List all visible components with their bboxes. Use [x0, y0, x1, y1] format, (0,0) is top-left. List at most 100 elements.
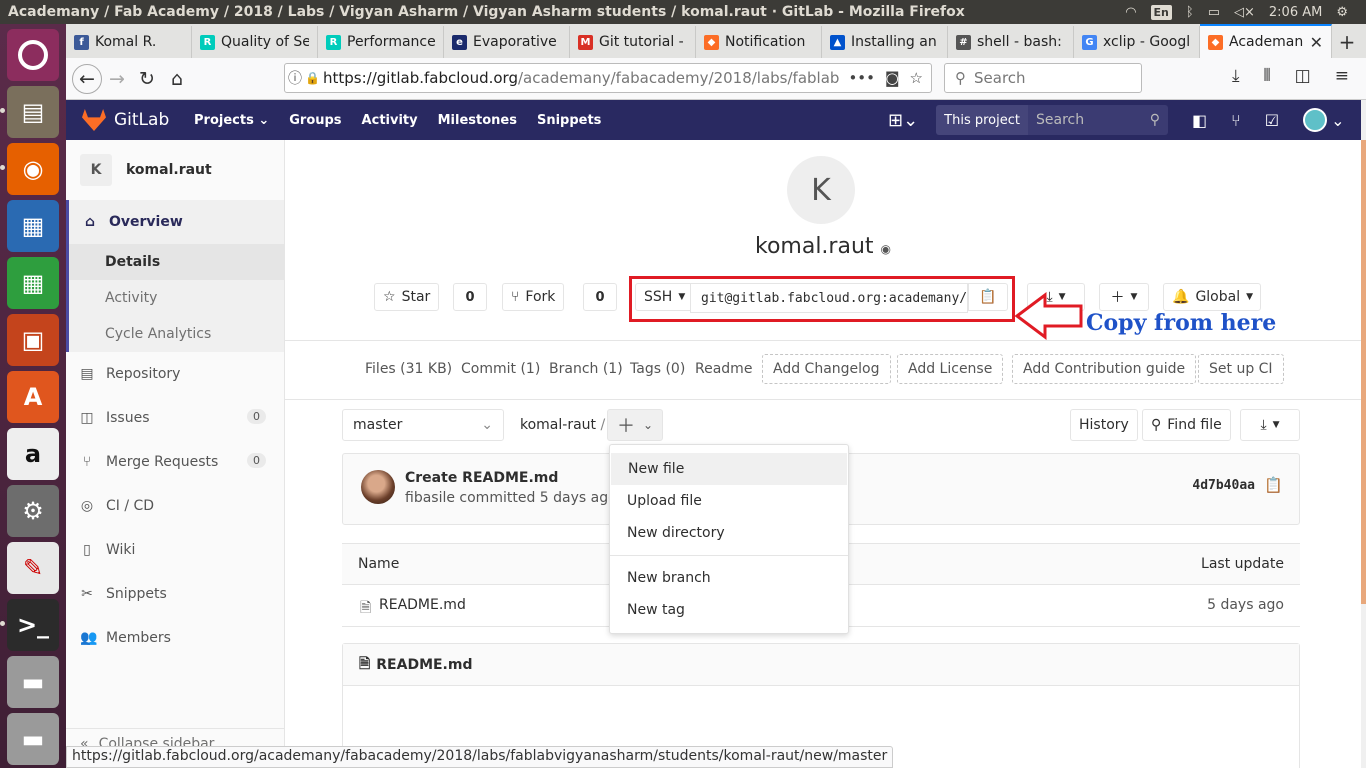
- tab-2[interactable]: R Quality of Se: [192, 26, 318, 58]
- stat-1[interactable]: Files (31 KB): [365, 361, 452, 377]
- drive-icon[interactable]: ▬: [7, 656, 59, 708]
- fork-button[interactable]: ⑂ Fork: [502, 283, 565, 311]
- tab-7[interactable]: ▲ Installing an: [822, 26, 948, 58]
- gitlab-nav-5[interactable]: Snippets: [537, 113, 601, 128]
- tab-4[interactable]: e Evaporative: [444, 26, 570, 58]
- software-center-icon[interactable]: A: [7, 371, 59, 423]
- url-bar[interactable]: ⓘ 🔒 https://gitlab.fabcloud.org/academan…: [284, 63, 932, 93]
- download-archive-button[interactable]: ⤓ ▼: [1240, 409, 1300, 441]
- tab-3[interactable]: R Performance: [318, 26, 444, 58]
- notification-dropdown[interactable]: 🔔 Global ▼: [1163, 283, 1261, 311]
- menu-icon[interactable]: ≡: [1335, 66, 1349, 86]
- wifi-icon[interactable]: ◠: [1125, 5, 1136, 20]
- tab-10[interactable]: ◆ Academan ✕: [1200, 24, 1332, 58]
- volume-icon[interactable]: ◁×: [1234, 5, 1255, 20]
- commit-title[interactable]: Create README.md: [405, 470, 558, 486]
- page-actions-icon[interactable]: •••: [848, 69, 875, 87]
- gitlab-nav-2[interactable]: Groups: [289, 113, 341, 128]
- tab-1[interactable]: f Komal R.: [66, 26, 192, 58]
- add-button-3[interactable]: Add Contribution guide: [1012, 354, 1197, 384]
- dropdown-item-upload-file[interactable]: Upload file: [610, 485, 848, 517]
- tab-6[interactable]: ◆ Notification: [696, 26, 822, 58]
- branch-select[interactable]: master ⌄: [342, 409, 504, 441]
- ubuntu-dash-icon[interactable]: [7, 29, 59, 81]
- sidebar-item-snippets[interactable]: ✂ Snippets: [66, 572, 284, 616]
- sidebar-item-members[interactable]: 👥 Members: [66, 616, 284, 660]
- todo-check-icon[interactable]: ☑: [1265, 111, 1279, 130]
- browser-search-box[interactable]: ⚲ Search: [944, 63, 1142, 93]
- page-scrollbar-thumb[interactable]: [1361, 140, 1366, 604]
- gitlab-nav-1[interactable]: Projects ⌄: [194, 113, 269, 128]
- bookmark-star-icon[interactable]: ☆: [910, 69, 923, 87]
- dropdown-item-new-directory[interactable]: New directory: [610, 517, 848, 549]
- add-button-2[interactable]: Add License: [897, 354, 1004, 384]
- terminal-icon[interactable]: >_: [0, 599, 59, 651]
- tab-9[interactable]: Gxclip - Googl: [1074, 26, 1200, 58]
- sidebar-item-ci-cd[interactable]: ◎ CI / CD: [66, 484, 284, 528]
- file-name[interactable]: README.md: [379, 597, 466, 613]
- tab-8[interactable]: # shell - bash:: [948, 26, 1074, 58]
- sidebar-item-wiki[interactable]: ▯ Wiki: [66, 528, 284, 572]
- library-icon[interactable]: ⫴: [1264, 66, 1271, 86]
- gitlab-nav-3[interactable]: Activity: [362, 113, 418, 128]
- files-icon[interactable]: ▤: [0, 86, 59, 138]
- firefox-icon[interactable]: ◉: [0, 143, 59, 195]
- sidebar-subitem-activity[interactable]: Activity: [69, 280, 284, 316]
- new-dropdown-button[interactable]: ＋ ▼: [1099, 283, 1149, 311]
- writer-icon[interactable]: ▦: [7, 200, 59, 252]
- sidebar-item-repository[interactable]: ▤ Repository: [66, 352, 284, 396]
- commit-sha[interactable]: 4d7b40aa: [1192, 478, 1255, 493]
- stat-2[interactable]: Commit (1): [461, 361, 540, 377]
- pocket-icon[interactable]: ◙: [885, 69, 900, 87]
- settings-icon[interactable]: ⚙: [7, 485, 59, 537]
- new-tab-icon[interactable]: +: [1332, 26, 1362, 58]
- sidebar-subitem-cycle-analytics[interactable]: Cycle Analytics: [69, 316, 284, 352]
- star-count[interactable]: 0: [453, 283, 487, 311]
- pdf-reader-icon[interactable]: ✎: [7, 542, 59, 594]
- new-plus-icon[interactable]: ⊞⌄: [888, 110, 918, 131]
- gitlab-search-input[interactable]: Search ⚲: [1028, 105, 1168, 135]
- drive-icon-2[interactable]: ▬: [7, 713, 59, 765]
- add-to-tree-button[interactable]: ＋ ⌄: [607, 409, 663, 441]
- amazon-icon[interactable]: a: [7, 428, 59, 480]
- merge-request-icon[interactable]: ⑂: [1231, 111, 1241, 130]
- bluetooth-icon[interactable]: ᛒ: [1186, 5, 1194, 20]
- downloads-icon[interactable]: ⤓: [1232, 66, 1240, 86]
- search-scope[interactable]: This project: [936, 105, 1028, 135]
- add-button-1[interactable]: Add Changelog: [762, 354, 891, 384]
- dropdown-item-new-branch[interactable]: New branch: [610, 562, 848, 594]
- find-file-button[interactable]: ⚲ Find file: [1142, 409, 1231, 441]
- sidebar-item-issues[interactable]: ◫ Issues 0: [66, 396, 284, 440]
- dropdown-item-new-file[interactable]: New file: [611, 453, 847, 485]
- tab-5[interactable]: M Git tutorial -: [570, 26, 696, 58]
- battery-icon[interactable]: ▭: [1208, 5, 1220, 20]
- info-icon[interactable]: ⓘ: [285, 68, 305, 88]
- history-button[interactable]: History: [1070, 409, 1138, 441]
- stat-4[interactable]: Tags (0): [630, 361, 685, 377]
- stat-5[interactable]: Readme: [695, 361, 752, 377]
- clock[interactable]: 2:06 AM: [1269, 5, 1322, 20]
- tree-path[interactable]: komal-raut: [520, 417, 596, 433]
- back-arrow-icon[interactable]: ←: [72, 63, 102, 94]
- calc-icon[interactable]: ▦: [7, 257, 59, 309]
- fork-count[interactable]: 0: [583, 283, 617, 311]
- avatar[interactable]: [361, 470, 395, 504]
- gitlab-logo[interactable]: GitLab: [66, 109, 184, 131]
- sidebar-item-overview[interactable]: ⌂ Overview: [69, 200, 284, 244]
- home-icon[interactable]: ⌂: [162, 64, 192, 94]
- reload-icon[interactable]: ↻: [132, 64, 162, 94]
- stat-3[interactable]: Branch (1): [549, 361, 623, 377]
- user-menu[interactable]: ⌄: [1303, 108, 1344, 132]
- sidebar-subitem-details[interactable]: Details: [69, 244, 284, 280]
- sidebar-item-merge-requests[interactable]: ⑂ Merge Requests 0: [66, 440, 284, 484]
- sidebar-project[interactable]: K komal.raut: [66, 140, 284, 200]
- clipboard-icon[interactable]: 📋: [1264, 476, 1283, 494]
- close-icon[interactable]: ✕: [1310, 33, 1323, 52]
- impress-icon[interactable]: ▣: [7, 314, 59, 366]
- dropdown-item-new-tag[interactable]: New tag: [610, 594, 848, 626]
- gitlab-nav-4[interactable]: Milestones: [438, 113, 517, 128]
- forward-arrow-icon[interactable]: →: [102, 64, 132, 94]
- sidebar-toggle-icon[interactable]: ◫: [1295, 66, 1311, 86]
- add-button-4[interactable]: Set up CI: [1198, 354, 1284, 384]
- star-button[interactable]: ☆ Star: [374, 283, 440, 311]
